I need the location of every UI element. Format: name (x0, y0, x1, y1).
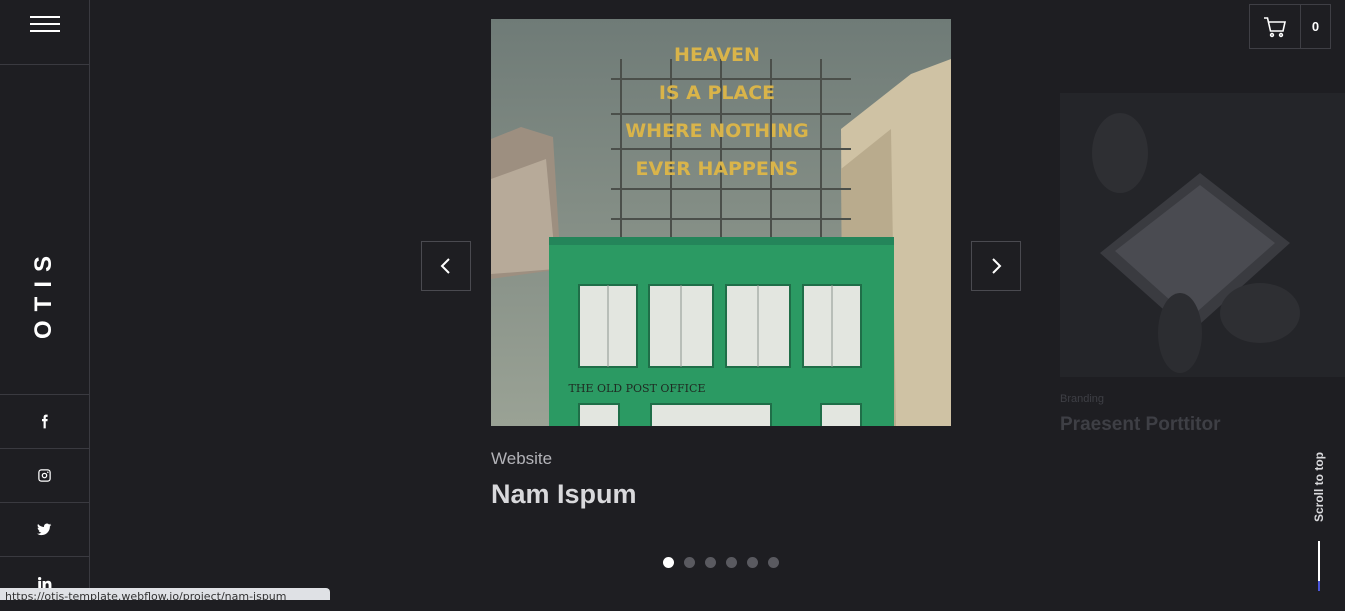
cart-button[interactable]: 0 (1249, 4, 1331, 49)
neon-line-2: IS A PLACE (659, 82, 775, 104)
hamburger-menu-button[interactable] (0, 0, 89, 65)
browser-status-url: https://otis-template.webflow.io/project… (0, 588, 330, 600)
slider-dot-4[interactable] (726, 557, 737, 568)
sidebar: OTIS (0, 0, 90, 600)
brand-logo[interactable]: OTIS (0, 65, 89, 395)
menu-icon (30, 16, 60, 18)
twitter-link[interactable] (0, 503, 89, 557)
twitter-icon (37, 523, 52, 536)
slider-dot-2[interactable] (684, 557, 695, 568)
scroll-to-top-label: Scroll to top (1312, 452, 1326, 522)
neon-line-4: EVER HAPPENS (636, 158, 799, 180)
next-slide-title[interactable]: Praesent Porttitor (1060, 414, 1220, 436)
menu-icon-bar (30, 23, 60, 25)
next-slide-photo (1060, 93, 1345, 377)
linkedin-link[interactable] (0, 557, 89, 611)
facebook-icon (42, 414, 48, 429)
slider-dot-1[interactable] (663, 557, 674, 568)
next-slide-category: Branding (1060, 393, 1105, 405)
menu-icon-bar (30, 30, 60, 32)
neon-line-1: HEAVEN (674, 44, 760, 66)
slide-category: Website (491, 449, 553, 468)
slider-pagination (663, 557, 779, 568)
cart-icon (1264, 16, 1286, 37)
prev-slide-button[interactable] (421, 241, 471, 291)
next-slide-image[interactable] (1060, 93, 1345, 377)
building-sign: THE OLD POST OFFICE (569, 382, 706, 395)
slide-title[interactable]: Nam Ispum (491, 479, 637, 510)
slider-dot-6[interactable] (768, 557, 779, 568)
slide-image[interactable]: HEAVEN IS A PLACE WHERE NOTHING EVER HAP… (491, 19, 951, 426)
chevron-left-icon (440, 258, 450, 274)
scroll-progress-line (1318, 541, 1320, 591)
facebook-link[interactable] (0, 395, 89, 449)
cart-count: 0 (1311, 19, 1320, 34)
slider-dot-5[interactable] (747, 557, 758, 568)
scroll-to-top-link[interactable]: Scroll to top (1300, 445, 1336, 595)
slider-dot-3[interactable] (705, 557, 716, 568)
slide-photo: HEAVEN IS A PLACE WHERE NOTHING EVER HAP… (491, 19, 951, 426)
next-slide-button[interactable] (971, 241, 1021, 291)
brand-name: OTIS (30, 246, 57, 340)
instagram-link[interactable] (0, 449, 89, 503)
chevron-right-icon (992, 258, 1002, 274)
instagram-icon (38, 469, 51, 482)
cart-icon-wrap (1250, 5, 1301, 48)
neon-line-3: WHERE NOTHING (625, 120, 809, 142)
